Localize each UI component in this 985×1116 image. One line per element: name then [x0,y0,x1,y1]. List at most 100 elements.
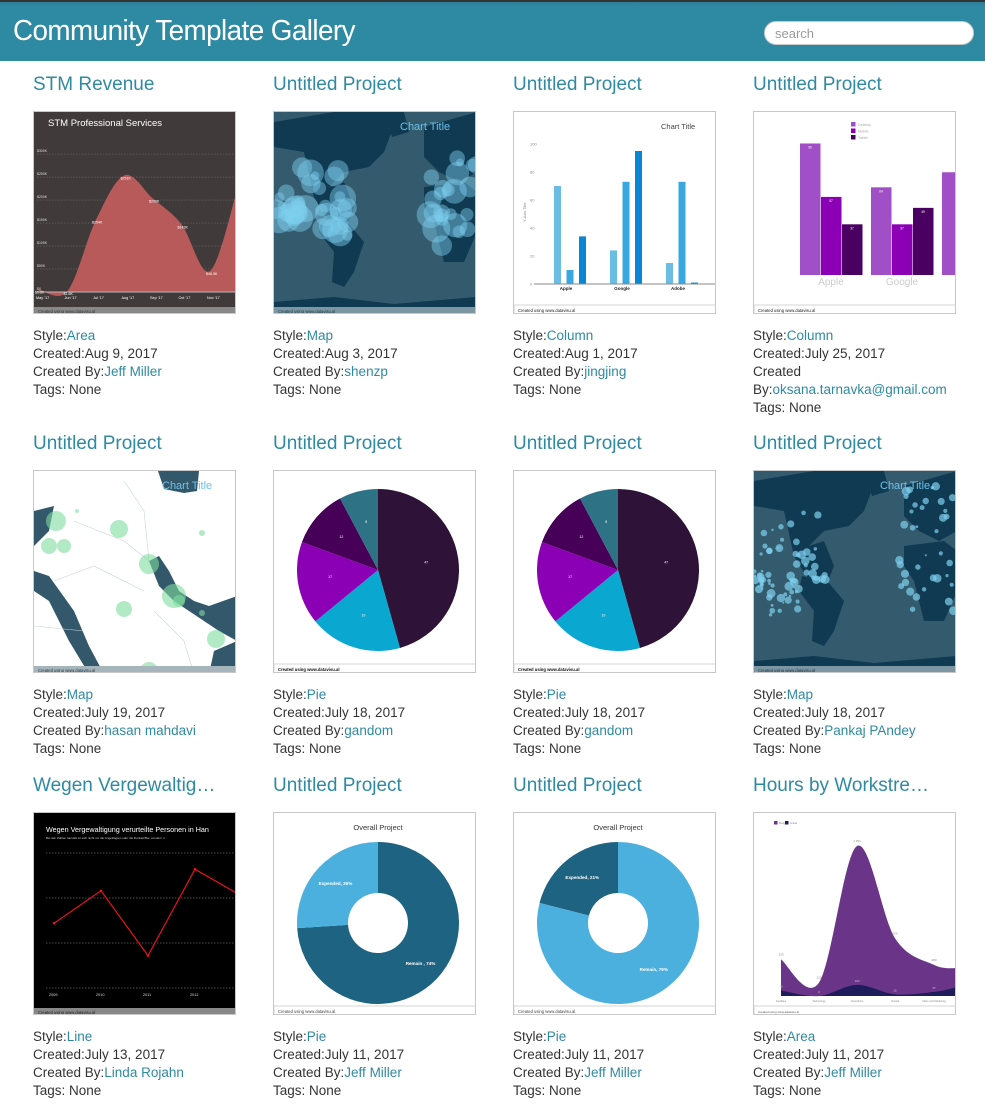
style-link[interactable]: Pie [547,687,567,702]
style-link[interactable]: Pie [547,1029,567,1044]
data-label: $5.8K [35,291,45,295]
created-date: July 19, 2017 [84,705,166,720]
created-by-label: Created [753,364,802,379]
legend-swatch [851,122,856,127]
created-label: Created: [273,1047,325,1062]
card-title-link[interactable]: Untitled Project [513,74,642,96]
card-title-link[interactable]: Untitled Project [273,433,402,455]
y-axis-title: Y-Axis Title [522,202,527,222]
author-link[interactable]: gandom [344,723,393,738]
created-by-label: By: [753,382,773,397]
column-bar [913,207,934,275]
style-row: Style:Pie [273,1028,493,1046]
author-link[interactable]: hasan mahdavi [104,723,196,738]
slice-label: 19 [361,613,365,617]
style-link[interactable]: Pie [307,1029,327,1044]
author-link[interactable]: Linda Rojahn [104,1065,184,1080]
map-bubble [943,508,948,513]
map-bubble [771,528,774,532]
style-link[interactable]: Map [67,687,93,702]
author-link[interactable]: Jeff Miller [104,364,162,379]
template-thumbnail[interactable]: 47 19 17 12 8 Created using www.datavisu.al [273,470,476,673]
created-date: July 11, 2017 [564,1047,645,1062]
template-thumbnail[interactable]: 47 19 17 12 8 Created using www.datavisu.al [513,470,716,673]
card-title-link[interactable]: STM Revenue [33,74,154,96]
card-title-link[interactable]: Untitled Project [753,74,882,96]
map-bubble [922,497,929,505]
map-bubble [778,524,784,530]
column-bar [566,270,574,284]
template-thumbnail[interactable]: STM Professional Services $0 $50K $100K $150… [33,111,236,314]
author-link[interactable]: Jeff Miller [344,1065,402,1080]
style-link[interactable]: Pie [307,687,327,702]
tags-row: Tags: None [273,382,342,397]
slice-label: 47 [424,560,428,564]
card-meta: Style:Pie Created:July 18, 2017 Created By… [513,686,733,758]
column-bar [800,143,821,275]
card-title-link[interactable]: Untitled Project [513,775,642,797]
template-thumbnail[interactable]: Chart Title Created using www.datavisu.al [33,470,236,673]
thumbnail-chart: Chart Title020406080100Y-Axis TitleApple… [514,112,715,313]
style-link[interactable]: Map [307,328,333,343]
template-thumbnail[interactable]: Chart Title Created using www.datavisu.al [753,470,956,673]
map-bubble [762,543,768,549]
tags-row: Tags: None [753,400,822,415]
card-title-link[interactable]: Untitled Project [753,433,882,455]
map-bubble [280,198,307,225]
template-thumbnail[interactable]: Chart Title 0 20 40 60 80 100 Y-Axis Title Apple… [513,111,716,314]
card-title-link[interactable]: Untitled Project [33,433,162,455]
chart-title: STM Professional Services [48,118,162,129]
y-tick-label: $300K [37,149,48,153]
map-bubble [813,547,818,551]
author-link[interactable]: gandom [584,723,633,738]
top-bar: Community Template Gallery [0,0,985,61]
style-link[interactable]: Column [787,328,834,343]
map-bubble [760,529,768,537]
map-bubble [757,572,765,581]
chart-title: Chart Title [400,121,450,133]
bar-value-label: 57 [829,199,833,203]
chart-title: Chart Title [880,480,930,492]
card-meta: Style:Pie Created:July 11, 2017 Created By… [513,1028,733,1100]
created-date: July 18, 2017 [564,705,646,720]
template-thumbnail[interactable]: Overall Project Remain , 74% Expended, 26%… [273,812,476,1015]
template-thumbnail[interactable]: Chart Title Created using www.datavisu.al [273,111,476,314]
author-link[interactable]: Jeff Miller [824,1065,882,1080]
search-input[interactable] [764,21,974,45]
legend-label: Mobile [858,130,869,134]
style-row: Style:Pie [513,686,733,704]
map-bubble [775,544,784,553]
map-bubble [199,610,205,616]
template-thumbnail[interactable]: Budget Actual 330 120 1,351 520 280 50 0 103 15 37 F… [753,812,956,1015]
template-thumbnail[interactable]: Overall Project Remain, 79% Expended, 21% C… [513,812,716,1015]
tags-row: Tags: None [513,382,582,397]
style-label: Style: [33,687,67,702]
template-thumbnail[interactable]: Wegen Vergewaltigung verurteilte Persone… [33,812,236,1015]
tags-row: Tags: None [273,741,342,756]
map-bubble [797,550,806,559]
style-link[interactable]: Area [67,328,96,343]
slice-label: 47 [664,560,668,564]
style-link[interactable]: Map [787,687,813,702]
template-card: Untitled Project Desktop Mobile Tablet 96 57 3… [753,74,983,415]
style-link[interactable]: Area [787,1029,816,1044]
created-label: Created: [273,346,325,361]
map-bubble [324,166,345,187]
style-label: Style: [273,687,307,702]
author-link[interactable]: Pankaj PAndey [824,723,915,738]
card-title-link[interactable]: Untitled Project [273,74,402,96]
author-link[interactable]: jingjing [584,364,626,379]
style-link[interactable]: Line [67,1029,93,1044]
author-link[interactable]: oksana.tarnavka@gmail.com [773,382,947,397]
author-link[interactable]: Jeff Miller [584,1065,642,1080]
map-bubble [946,559,953,567]
style-link[interactable]: Column [547,328,594,343]
created-date: July 11, 2017 [324,1047,405,1062]
data-label: $143K [178,225,189,229]
template-thumbnail[interactable]: Desktop Mobile Tablet 96 57 37 Apple 64 37 49 Goog… [753,111,956,314]
card-title-link[interactable]: Wegen Vergewaltig… [33,775,215,797]
card-title-link[interactable]: Hours by Workstre… [753,775,929,797]
card-title-link[interactable]: Untitled Project [513,433,642,455]
card-title-link[interactable]: Untitled Project [273,775,402,797]
author-link[interactable]: shenzp [344,364,388,379]
